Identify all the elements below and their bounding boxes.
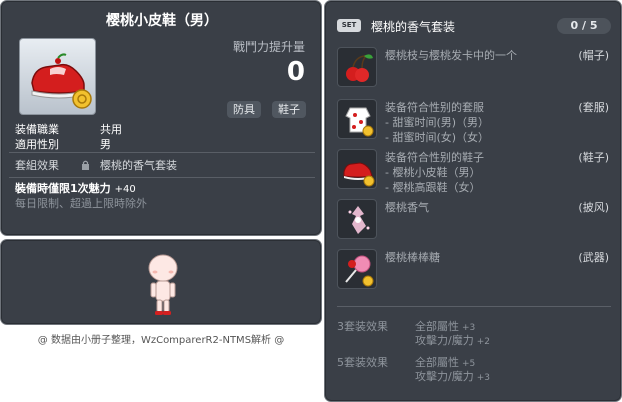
bonus-value: +2 (476, 337, 490, 347)
divider (9, 177, 315, 178)
item-icon-frame (19, 38, 96, 115)
power-value: 0 (286, 57, 305, 87)
set-title: 樱桃的香气套装 (371, 20, 456, 34)
item-name: 樱桃小皮鞋（男） (106, 13, 218, 29)
footer-credit: @ 数据由小册子整理，WzComparerR2-NTMS解析 @ (37, 335, 285, 346)
set-item-sub: - 甜蜜时间(女)（女） (385, 131, 490, 144)
divider (9, 152, 315, 153)
charm-row: 裝備時僅限1次魅力 +40 (15, 180, 136, 196)
shoes-icon (337, 149, 377, 189)
job-value: 共用 (100, 123, 122, 136)
divider (337, 306, 611, 307)
set-item-name: 装备符合性别的套服 (385, 101, 484, 114)
lock-icon (82, 160, 89, 170)
job-label: 装備職業 (15, 123, 59, 136)
set-item-slot: (披风) (578, 201, 609, 214)
set-info-panel: SET 樱桃的香气套装 0 / 5 樱桃枝与樱桃发卡中的一个 (帽子) 装备符合… (324, 0, 622, 402)
set-effect-value: 樱桃的香气套装 (100, 159, 177, 172)
charm-value: +40 (114, 184, 136, 195)
set-item-name: 樱桃香气 (385, 201, 429, 214)
item-tooltip-panel: 樱桃小皮鞋（男） 戰鬥力提升量 0 防具 鞋子 装備職業 共用 適用性別 男 套組效… (0, 0, 322, 236)
job-row: 装備職業 共用 (15, 121, 122, 137)
bonus-label: 5套装效果 (337, 356, 388, 369)
gender-value: 男 (100, 138, 111, 151)
set-item-name: 樱桃棒棒糖 (385, 251, 440, 264)
bonus-stat: 攻擊力/魔力 (415, 370, 474, 383)
set-item-name: 樱桃枝与樱桃发卡中的一个 (385, 49, 517, 62)
set-item-slot: (帽子) (578, 49, 609, 62)
set-badge: SET (337, 19, 361, 32)
set-item-sub: - 甜蜜时间(男)（男） (385, 116, 490, 129)
shoe-icon (31, 53, 92, 109)
set-item-slot: (武器) (578, 251, 609, 264)
tag-shoes: 鞋子 (272, 101, 306, 118)
set-effect-row: 套組效果 樱桃的香气套装 (15, 157, 177, 173)
bonus-stat: 攻擊力/魔力 (415, 334, 474, 347)
bonus-line: 攻擊力/魔力 +3 (415, 368, 490, 384)
set-item-sub: - 樱桃小皮鞋（男） (385, 166, 481, 179)
set-item-slot: (套服) (578, 101, 609, 114)
bonus-label: 3套装效果 (337, 320, 388, 333)
gender-row: 適用性別 男 (15, 136, 111, 152)
power-label: 戰鬥力提升量 (232, 40, 305, 54)
overall-icon (337, 99, 377, 139)
cape-icon (337, 199, 377, 239)
lollipop-icon (337, 249, 377, 289)
set-count: 0 / 5 (557, 18, 611, 34)
cherry-hat-icon (337, 47, 377, 87)
avatar-figure (148, 254, 178, 315)
charm-label: 裝備時僅限1次魅力 (15, 182, 111, 195)
tag-armor: 防具 (227, 101, 261, 118)
bonus-value: +3 (476, 373, 490, 383)
set-effect-label: 套組效果 (15, 159, 59, 172)
set-item-slot: (鞋子) (578, 151, 609, 164)
set-item-sub: - 樱桃高跟鞋（女） (385, 181, 481, 194)
gender-label: 適用性別 (15, 138, 59, 151)
avatar-preview-panel (0, 239, 322, 325)
set-item-name: 装备符合性别的鞋子 (385, 151, 484, 164)
limit-text: 每日限制、超過上限時除外 (15, 197, 147, 210)
bonus-line: 攻擊力/魔力 +2 (415, 332, 490, 348)
